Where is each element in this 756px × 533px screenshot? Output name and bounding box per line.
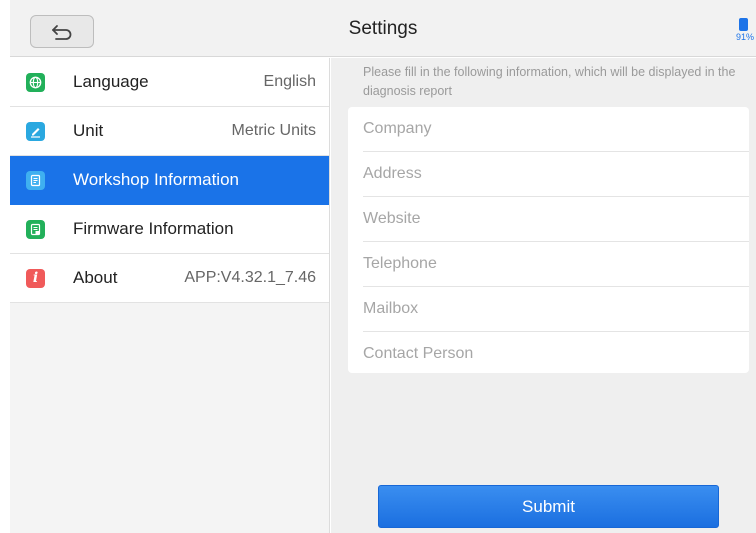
telephone-field[interactable] xyxy=(363,242,743,286)
sidebar-item-label: Workshop Information xyxy=(73,170,239,189)
battery-percent: 91% xyxy=(736,32,755,42)
sidebar-item-language[interactable]: Language English xyxy=(10,58,329,107)
top-bar: Settings 91% xyxy=(10,0,756,57)
mailbox-field[interactable] xyxy=(363,287,743,331)
workshop-info-panel: Please fill in the following information… xyxy=(331,58,756,533)
battery-indicator: 91% xyxy=(734,18,756,48)
sidebar-item-value: APP:V4.32.1_7.46 xyxy=(184,269,316,286)
sidebar-item-label: Unit xyxy=(73,121,104,140)
settings-sidebar: Language English Unit Metric Units Works… xyxy=(10,58,330,533)
company-field-row xyxy=(363,107,749,152)
contact-person-field[interactable] xyxy=(363,332,743,376)
pencil-icon xyxy=(26,121,45,141)
info-icon: i xyxy=(26,268,45,288)
back-button[interactable] xyxy=(30,15,94,48)
page-title: Settings xyxy=(348,18,418,39)
sidebar-item-about[interactable]: i About APP:V4.32.1_7.46 xyxy=(10,254,329,303)
document-icon xyxy=(26,170,45,190)
sidebar-item-label: Firmware Information xyxy=(73,219,234,238)
website-field[interactable] xyxy=(363,197,743,241)
website-field-row xyxy=(363,197,749,242)
sidebar-item-label: About xyxy=(73,268,118,287)
contact-person-field-row xyxy=(363,332,749,377)
firmware-doc-icon xyxy=(26,219,45,239)
sidebar-item-value: English xyxy=(263,73,316,90)
workshop-form xyxy=(348,107,749,376)
sidebar-item-workshop-information[interactable]: Workshop Information xyxy=(10,156,329,205)
sidebar-item-value: Metric Units xyxy=(231,122,316,139)
back-arrow-icon xyxy=(52,24,72,40)
address-field[interactable] xyxy=(363,152,743,196)
address-field-row xyxy=(363,152,749,197)
globe-icon xyxy=(26,72,45,92)
telephone-field-row xyxy=(363,242,749,287)
sidebar-item-firmware-information[interactable]: Firmware Information xyxy=(10,205,329,254)
sidebar-item-label: Language xyxy=(73,72,149,91)
mailbox-field-row xyxy=(363,287,749,332)
sidebar-item-unit[interactable]: Unit Metric Units xyxy=(10,107,329,156)
company-field[interactable] xyxy=(363,107,743,151)
form-hint: Please fill in the following information… xyxy=(363,65,736,98)
battery-icon xyxy=(739,18,748,31)
submit-button[interactable]: Submit xyxy=(378,485,719,528)
